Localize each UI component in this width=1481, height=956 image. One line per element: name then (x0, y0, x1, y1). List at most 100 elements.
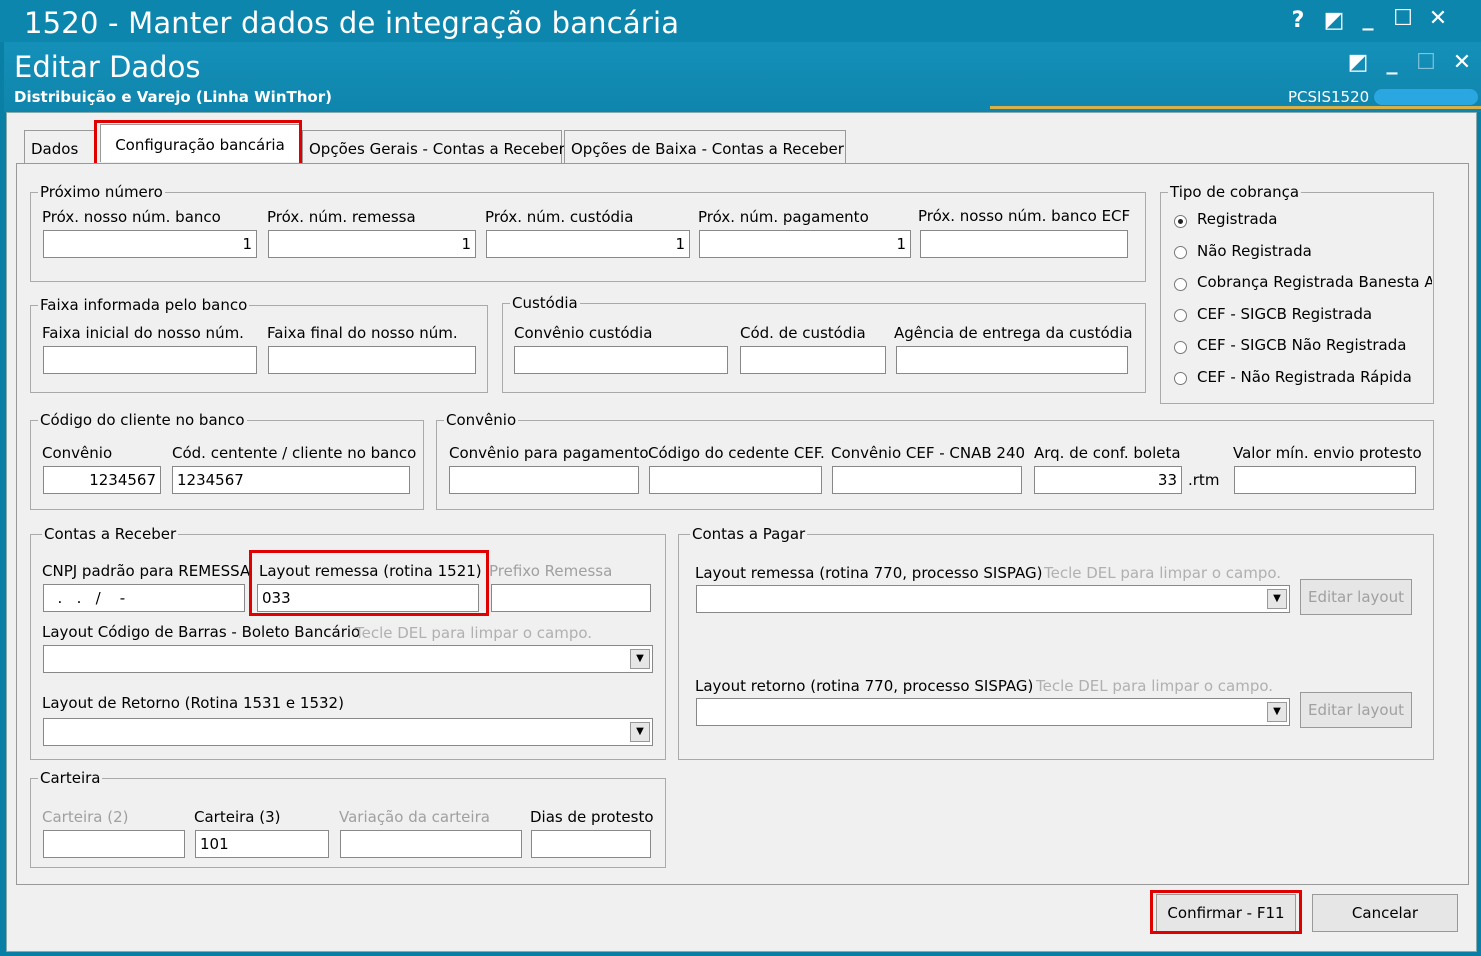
dias-protesto-input[interactable] (531, 830, 651, 858)
prox-remessa-input[interactable]: 1 (268, 230, 476, 258)
radio-label: Registrada (1197, 210, 1278, 228)
editar-layout-remessa-button[interactable]: Editar layout (1300, 579, 1412, 615)
prox-custodia-input[interactable]: 1 (486, 230, 690, 258)
editar-layout-retorno-button[interactable]: Editar layout (1300, 692, 1412, 728)
label-convenio: Convênio (42, 444, 113, 462)
chevron-down-icon[interactable]: ▼ (630, 722, 650, 742)
group-title: Convênio (444, 411, 519, 429)
dialog-maximize-icon[interactable]: ☐ (1412, 50, 1440, 75)
tab-opcoes-gerais[interactable]: Opções Gerais - Contas a Receber (302, 130, 565, 164)
chevron-down-icon[interactable]: ▼ (1267, 702, 1287, 722)
cod-custodia-input[interactable] (740, 346, 886, 374)
routine-indicator (1374, 89, 1478, 105)
label-prox-custodia: Próx. núm. custódia (485, 208, 634, 226)
prox-nosso-ecf-input[interactable] (920, 230, 1128, 258)
label-pagar-retorno: Layout retorno (rotina 770, processo SIS… (695, 677, 1034, 695)
label-cnpj-remessa: CNPJ padrão para REMESSA (42, 562, 251, 580)
label-layout-barras: Layout Código de Barras - Boleto Bancári… (42, 623, 361, 641)
label-faixa-inicial: Faixa inicial do nosso núm. (42, 324, 244, 342)
dialog-minimize-icon[interactable]: _ (1378, 50, 1406, 75)
convenio-custodia-input[interactable] (514, 346, 728, 374)
radio-nao-registrada[interactable] (1174, 246, 1187, 259)
variacao-carteira-input (340, 830, 522, 858)
title-accent-line (990, 106, 1481, 109)
label-dias-protesto: Dias de protesto (530, 808, 654, 826)
radio-cef-nao-registrada-rapida[interactable] (1174, 372, 1187, 385)
label-agencia-custodia: Agência de entrega da custódia (894, 324, 1133, 342)
faixa-inicial-input[interactable] (43, 346, 257, 374)
label-layout-retorno: Layout de Retorno (Rotina 1531 e 1532) (42, 694, 344, 712)
radio-list: Registrada Não Registrada Cobrança Regis… (1174, 210, 1432, 402)
cedente-cef-input[interactable] (649, 466, 822, 494)
label-prefixo-remessa: Prefixo Remessa (489, 562, 613, 580)
label-faixa-final: Faixa final do nosso núm. (267, 324, 458, 342)
group-title: Código do cliente no banco (38, 411, 247, 429)
label-pagar-remessa: Layout remessa (rotina 770, processo SIS… (695, 564, 1043, 582)
prefixo-remessa-input (491, 584, 651, 612)
tab-opcoes-baixa[interactable]: Opções de Baixa - Contas a Receber (564, 130, 846, 164)
chevron-down-icon[interactable]: ▼ (1267, 589, 1287, 609)
faixa-final-input[interactable] (268, 346, 476, 374)
radio-label: CEF - SIGCB Não Registrada (1197, 336, 1407, 354)
agencia-custodia-input[interactable] (896, 346, 1128, 374)
label-rtm-extension: .rtm (1188, 471, 1220, 489)
maximize-icon[interactable]: ☐ (1389, 6, 1417, 31)
prox-nosso-num-input[interactable]: 1 (43, 230, 257, 258)
radio-banesta[interactable] (1174, 278, 1187, 291)
tab-dados[interactable]: Dados (24, 130, 96, 164)
valor-protesto-input[interactable] (1234, 466, 1416, 494)
highlight-tab (94, 120, 302, 168)
highlight-layout-remessa (249, 550, 489, 616)
prox-pagamento-input[interactable]: 1 (699, 230, 911, 258)
group-title: Faixa informada pelo banco (38, 296, 250, 314)
cnpj-remessa-input[interactable]: . . / - (43, 584, 245, 612)
group-codigo-cliente (30, 420, 424, 510)
close-icon[interactable]: ✕ (1424, 6, 1452, 31)
routine-code: PCSIS1520 (1288, 88, 1370, 106)
convenio-input[interactable]: 1234567 (43, 466, 161, 494)
pagar-remessa-select[interactable]: ▼ (696, 585, 1290, 613)
label-convenio-custodia: Convênio custódia (514, 324, 653, 342)
label-prox-nosso-ecf: Próx. nosso núm. banco ECF (918, 207, 1131, 225)
radio-cef-sigcb-nao-registrada[interactable] (1174, 341, 1187, 354)
radio-cef-sigcb-registrada[interactable] (1174, 309, 1187, 322)
dialog-title: Editar Dados (14, 50, 201, 84)
arq-boleta-input[interactable]: 33 (1034, 466, 1182, 494)
hint-barras: Tecle DEL para limpar o campo. (355, 624, 593, 642)
help-icon[interactable]: ? (1284, 8, 1312, 33)
radio-registrada[interactable] (1174, 215, 1187, 228)
group-title: Carteira (38, 769, 103, 787)
label-valor-protesto: Valor mín. envio protesto (1233, 444, 1422, 462)
label-convenio-cnab: Convênio CEF - CNAB 240 (831, 444, 1026, 462)
cancel-button[interactable]: Cancelar (1312, 894, 1458, 932)
pagar-retorno-select[interactable]: ▼ (696, 698, 1290, 726)
cod-cedente-input[interactable]: 1234567 (172, 466, 410, 494)
carteira-2-input (43, 830, 185, 858)
highlight-confirm (1150, 890, 1302, 934)
label-cod-custodia: Cód. de custódia (740, 324, 866, 342)
label-cedente-cef: Código do cedente CEF. (648, 444, 825, 462)
convenio-cnab-input[interactable] (832, 466, 1022, 494)
minimize-icon[interactable]: _ (1354, 6, 1382, 31)
label-prox-pagamento: Próx. núm. pagamento (698, 208, 869, 226)
convenio-pagamento-input[interactable] (449, 466, 639, 494)
hint-pagar-retorno: Tecle DEL para limpar o campo. (1036, 677, 1274, 695)
carteira-3-input[interactable]: 101 (195, 830, 329, 858)
restore-docked-icon[interactable]: ◩ (1320, 8, 1348, 33)
radio-label: CEF - SIGCB Registrada (1197, 305, 1373, 323)
group-title: Custódia (510, 294, 580, 312)
group-title: Próximo número (38, 183, 165, 201)
group-title: Contas a Pagar (690, 525, 808, 543)
dialog-restore-docked-icon[interactable]: ◩ (1344, 50, 1372, 75)
group-title: Tipo de cobrança (1168, 183, 1302, 201)
group-title: Contas a Receber (42, 525, 179, 543)
dialog-close-icon[interactable]: ✕ (1448, 50, 1476, 75)
layout-retorno-select[interactable]: ▼ (43, 718, 653, 746)
radio-label: Cobrança Registrada Banesta Ar (1197, 273, 1432, 291)
layout-barras-select[interactable]: ▼ (43, 645, 653, 673)
chevron-down-icon[interactable]: ▼ (630, 649, 650, 669)
label-convenio-pagamento: Convênio para pagamento (449, 444, 649, 462)
label-cod-cedente: Cód. centente / cliente no banco (172, 444, 417, 462)
group-convenio (436, 420, 1434, 510)
radio-label: CEF - Não Registrada Rápida (1197, 368, 1412, 386)
